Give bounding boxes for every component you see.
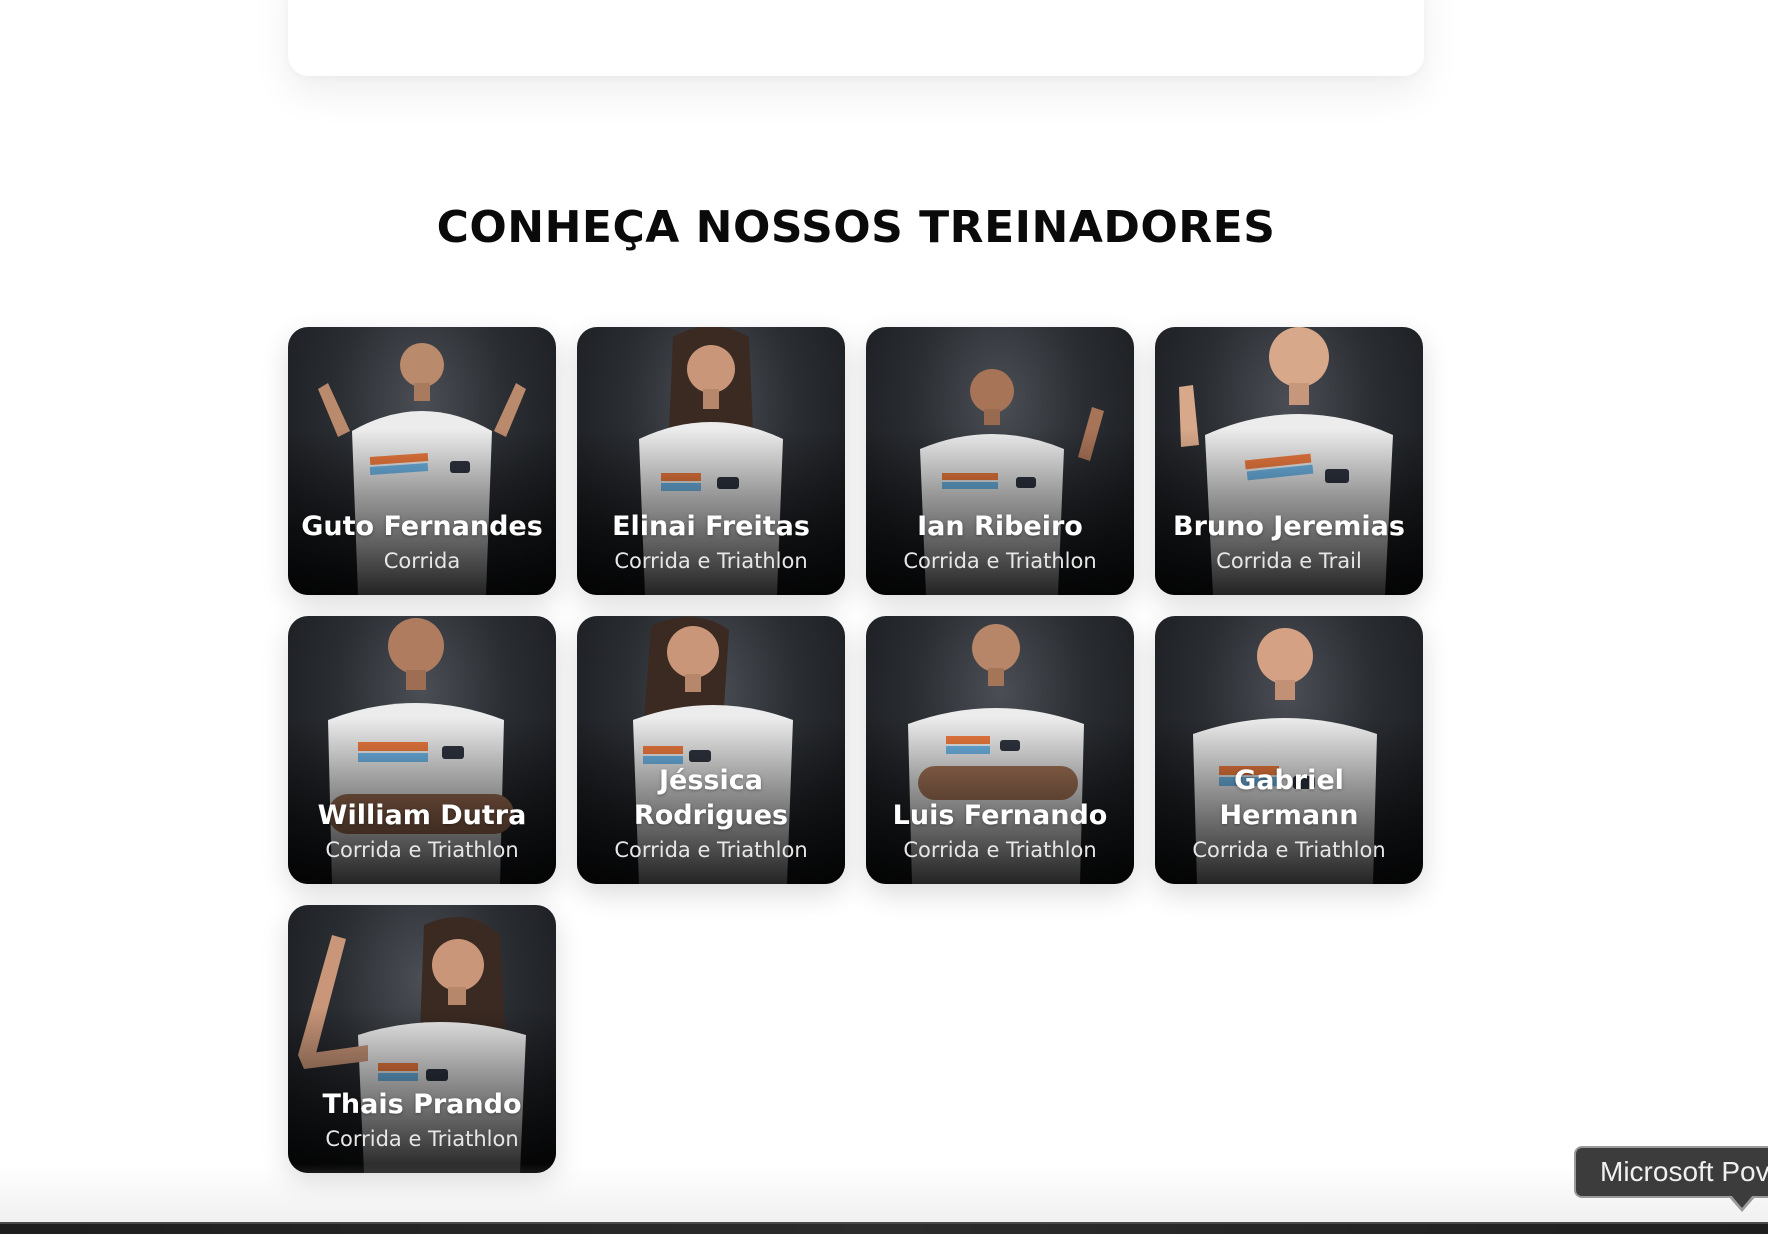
- coach-name: Jéssica Rodrigues: [633, 765, 789, 831]
- page-bottom-fade: [0, 1164, 1768, 1224]
- coach-card-luis-fernando[interactable]: Luis Fernando Corrida e Triathlon: [866, 616, 1134, 884]
- coach-name: Elinai Freitas: [612, 511, 810, 542]
- coach-card-elinai-freitas[interactable]: Elinai Freitas Corrida e Triathlon: [577, 327, 845, 595]
- coach-sport: Corrida e Triathlon: [325, 838, 519, 862]
- section-title: CONHEÇA NOSSOS TREINADORES: [436, 202, 1276, 253]
- page: CONHEÇA NOSSOS TREINADORES Guto Fernande…: [0, 0, 1768, 1234]
- coach-caption: Thais Prando Corrida e Triathlon: [296, 1087, 548, 1153]
- coach-card-thais-prando[interactable]: Thais Prando Corrida e Triathlon: [288, 905, 556, 1173]
- coach-card-guto-fernandes[interactable]: Guto Fernandes Corrida: [288, 327, 556, 595]
- coach-name: Luis Fernando: [892, 800, 1108, 831]
- coach-caption: Jéssica Rodrigues Corrida e Triathlon: [585, 763, 837, 864]
- coach-sport: Corrida e Triathlon: [1192, 838, 1386, 862]
- coach-caption: Gabriel Hermann Corrida e Triathlon: [1163, 763, 1415, 864]
- tooltip-text: Microsoft Pov: [1600, 1156, 1768, 1187]
- coach-caption: Elinai Freitas Corrida e Triathlon: [585, 509, 837, 575]
- coach-caption: Guto Fernandes Corrida: [296, 509, 548, 575]
- tooltip-arrow-inner: [1731, 1195, 1753, 1208]
- coach-card-ian-ribeiro[interactable]: Ian Ribeiro Corrida e Triathlon: [866, 327, 1134, 595]
- previous-section-card: [288, 0, 1424, 76]
- coach-caption: Bruno Jeremias Corrida e Trail: [1163, 509, 1415, 575]
- coach-caption: William Dutra Corrida e Triathlon: [296, 798, 548, 864]
- coach-name: Ian Ribeiro: [917, 511, 1083, 542]
- coach-name: Bruno Jeremias: [1173, 511, 1405, 542]
- coach-sport: Corrida e Triathlon: [903, 549, 1097, 573]
- coach-sport: Corrida e Triathlon: [903, 838, 1097, 862]
- coach-card-bruno-jeremias[interactable]: Bruno Jeremias Corrida e Trail: [1155, 327, 1423, 595]
- coach-name: Gabriel Hermann: [1219, 765, 1359, 831]
- os-taskbar-edge: [0, 1222, 1768, 1234]
- coach-sport: Corrida e Triathlon: [614, 549, 808, 573]
- coaches-grid: Guto Fernandes Corrida Elinai Freitas Co…: [288, 327, 1424, 1173]
- app-tooltip: Microsoft Pov: [1574, 1146, 1768, 1198]
- coach-name: William Dutra: [317, 800, 527, 831]
- coach-sport: Corrida e Triathlon: [325, 1127, 519, 1151]
- coach-card-gabriel-hermann[interactable]: Gabriel Hermann Corrida e Triathlon: [1155, 616, 1423, 884]
- coach-card-william-dutra[interactable]: William Dutra Corrida e Triathlon: [288, 616, 556, 884]
- coach-sport: Corrida e Trail: [1216, 549, 1362, 573]
- coach-caption: Luis Fernando Corrida e Triathlon: [874, 798, 1126, 864]
- coach-sport: Corrida e Triathlon: [614, 838, 808, 862]
- coach-sport: Corrida: [383, 549, 461, 573]
- coach-name: Guto Fernandes: [301, 511, 543, 542]
- coach-card-jessica-rodrigues[interactable]: Jéssica Rodrigues Corrida e Triathlon: [577, 616, 845, 884]
- coach-caption: Ian Ribeiro Corrida e Triathlon: [874, 509, 1126, 575]
- coach-name: Thais Prando: [322, 1089, 522, 1120]
